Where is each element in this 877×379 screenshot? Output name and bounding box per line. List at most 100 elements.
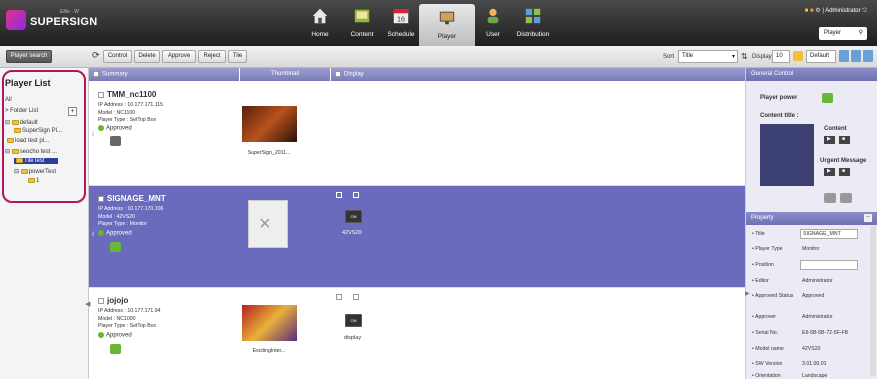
monitor-icon[interactable]: ON xyxy=(345,210,362,223)
display-label: Display xyxy=(752,54,772,60)
collapse-icon[interactable]: – xyxy=(864,214,872,222)
nav-distribution[interactable]: Distribution xyxy=(502,2,564,44)
play-icon: ▶ xyxy=(827,136,831,142)
prop-approved-status-value: Approved xyxy=(802,293,825,299)
display-checkbox[interactable] xyxy=(336,192,342,198)
list-view-icon[interactable] xyxy=(839,50,849,62)
select-all-checkbox[interactable] xyxy=(93,71,99,77)
close-icon: × xyxy=(259,213,271,235)
prop-model-key: • Model name xyxy=(752,346,784,352)
display-checkbox[interactable] xyxy=(336,294,342,300)
scrollbar[interactable] xyxy=(870,226,876,376)
logo-text: SUPERSIGN xyxy=(30,16,98,28)
player-power-label: Player power xyxy=(760,95,798,101)
row-checkbox[interactable] xyxy=(98,91,104,98)
display-caption: display xyxy=(344,335,362,341)
column-display: Display xyxy=(331,68,745,81)
prop-editor-key: • Editor xyxy=(752,278,769,284)
display-checkbox[interactable] xyxy=(353,192,359,198)
tile-button[interactable]: Tile xyxy=(228,50,247,63)
monitor-icon[interactable]: ON xyxy=(345,314,362,327)
power-button[interactable] xyxy=(110,136,121,146)
schedule-icon: 16 xyxy=(393,9,409,23)
play-icon: ▶ xyxy=(827,168,831,174)
expand-panel-icon[interactable]: ▶ xyxy=(745,290,750,297)
approved-icon xyxy=(98,332,104,338)
thumbnail-image[interactable] xyxy=(242,106,297,142)
urgent-message-label: Urgent Message xyxy=(820,158,867,164)
position-input[interactable] xyxy=(800,260,858,270)
stop-button[interactable]: ■ xyxy=(839,136,850,144)
content-label: Content xyxy=(824,126,847,132)
player-list: Summary Thumbnail Display TMM_nc1100 IP … xyxy=(85,68,745,379)
content-preview xyxy=(760,124,814,186)
prop-approver-value: Administrator xyxy=(802,314,833,320)
approved-icon xyxy=(98,230,104,236)
view-icon[interactable] xyxy=(793,51,803,61)
player-name: TMM_nc1100 xyxy=(98,90,156,99)
player-select[interactable]: Player ⚲ xyxy=(819,27,867,40)
title-input[interactable]: SIGNAGE_MNT xyxy=(800,229,858,239)
delete-button[interactable]: Delete xyxy=(134,50,160,63)
gear-icon[interactable]: ⚙ xyxy=(815,8,820,14)
row-checkbox[interactable] xyxy=(98,297,104,304)
capture-button[interactable] xyxy=(840,193,852,203)
control-button[interactable]: Control xyxy=(103,50,132,63)
player-search-button[interactable]: Player search xyxy=(6,50,52,63)
logout-icon[interactable]: ⎋ xyxy=(862,8,867,14)
player-info: IP Address : 10.177.171.115 Model : NC11… xyxy=(98,102,163,123)
power-button[interactable] xyxy=(110,344,121,354)
highlight-circle xyxy=(2,70,86,203)
thumbnail-caption: SuperSign_2011... xyxy=(247,150,291,156)
urgent-stop-button[interactable]: ■ xyxy=(839,168,850,176)
grid-view-icon[interactable] xyxy=(863,50,873,62)
content-icon xyxy=(354,9,370,23)
display-checkbox[interactable] xyxy=(335,71,341,77)
urgent-play-button[interactable]: ▶ xyxy=(824,168,835,176)
play-button[interactable]: ▶ xyxy=(824,136,835,144)
column-thumbnail: Thumbnail xyxy=(240,68,330,81)
zoom-button[interactable] xyxy=(824,193,836,203)
user-area: ■ ■ ⚙ | Administrator ⎋ xyxy=(747,7,867,15)
row-checkbox[interactable] xyxy=(98,195,104,202)
prop-approved-status-key: • Approved Status xyxy=(752,293,794,299)
player-info: IP Address : 10.177.170.106 Model : 42VS… xyxy=(98,206,164,227)
toolbar: Player search ⟳ Control Delete Approve R… xyxy=(0,46,877,68)
collapse-sidebar-icon[interactable]: ◀ xyxy=(85,300,90,308)
top-bar: SUPERSIGN Elite - W Home Content 16 Sche… xyxy=(0,0,877,46)
player-info: IP Address : 10.177.171.94 Model : NC100… xyxy=(98,308,161,329)
display-count-select[interactable]: 10 xyxy=(772,50,790,63)
row-handle-icon: ‖ xyxy=(92,132,95,138)
player-power-button[interactable] xyxy=(822,93,833,103)
sort-select[interactable]: Title ▾ xyxy=(678,50,738,63)
general-control-header: General Control xyxy=(746,68,877,81)
distribution-icon xyxy=(525,8,541,24)
sort-order-icon[interactable]: ⇅ xyxy=(741,52,748,61)
reject-button[interactable]: Reject xyxy=(198,50,226,63)
column-summary[interactable]: Summary xyxy=(89,68,239,81)
display-caption: 42VS20 xyxy=(342,230,362,236)
approve-button[interactable]: Approve xyxy=(162,50,196,63)
refresh-icon[interactable]: ⟳ xyxy=(92,50,100,61)
message-icon[interactable]: ■ xyxy=(810,8,814,14)
notification-icon[interactable]: ■ xyxy=(805,8,809,14)
chevron-down-icon: ▾ xyxy=(731,54,735,60)
default-select[interactable]: Default xyxy=(806,50,836,63)
prop-orientation-key: • Orientation xyxy=(752,373,781,379)
table-row[interactable]: TMM_nc1100 IP Address : 10.177.171.115 M… xyxy=(89,82,745,186)
thumbnail-image[interactable] xyxy=(242,305,297,341)
search-icon: ⚲ xyxy=(858,30,863,36)
logo-icon xyxy=(6,10,26,30)
display-checkbox[interactable] xyxy=(353,294,359,300)
stop-icon: ■ xyxy=(842,136,846,142)
table-row[interactable]: jojojo IP Address : 10.177.171.94 Model … xyxy=(85,288,745,379)
power-button[interactable] xyxy=(110,242,121,252)
svg-text:16: 16 xyxy=(397,14,405,23)
detail-view-icon[interactable] xyxy=(851,50,861,62)
prop-serial-key: • Serial No. xyxy=(752,330,779,336)
player-name: SIGNAGE_MNT xyxy=(98,194,166,203)
table-row-selected[interactable]: SIGNAGE_MNT IP Address : 10.177.170.106 … xyxy=(89,186,745,288)
prop-sw-key: • SW Version xyxy=(752,361,783,367)
prop-position-key: • Position xyxy=(752,262,774,268)
prop-player-type-value: Monitor xyxy=(802,246,820,252)
